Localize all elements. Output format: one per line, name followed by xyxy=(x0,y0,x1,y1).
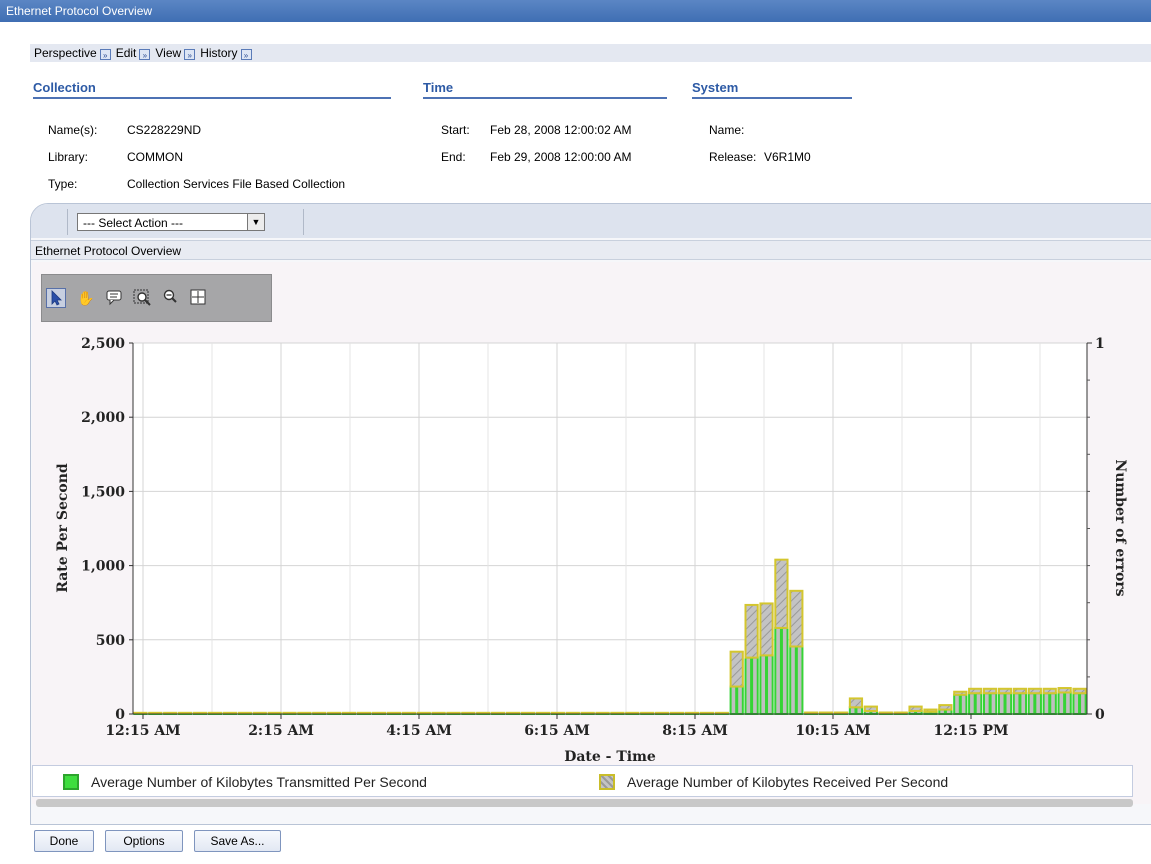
collection-heading: Collection xyxy=(33,80,391,99)
legend-label-transmitted: Average Number of Kilobytes Transmitted … xyxy=(91,774,427,790)
window-title: Ethernet Protocol Overview xyxy=(0,0,1151,22)
menu-edit-arrow-icon[interactable]: » xyxy=(139,49,151,60)
legend-swatch-received xyxy=(599,774,615,790)
menu-view[interactable]: View xyxy=(155,46,181,60)
type-label: Type: xyxy=(48,177,78,191)
menu-perspective[interactable]: Perspective xyxy=(34,46,97,60)
pan-hand-icon[interactable]: ✋ xyxy=(76,288,96,308)
menu-edit[interactable]: Edit xyxy=(116,46,137,60)
dropdown-arrow-icon[interactable]: ▼ xyxy=(247,214,264,230)
save-as-button[interactable]: Save As... xyxy=(194,830,281,852)
names-label: Name(s): xyxy=(48,123,98,137)
horizontal-scrollbar[interactable] xyxy=(36,799,1133,807)
action-bar-separator xyxy=(67,209,68,235)
menu-history[interactable]: History xyxy=(200,46,237,60)
chart-panel: --- Select Action --- ▼ Ethernet Protoco… xyxy=(30,203,1151,825)
menu-history-arrow-icon[interactable]: » xyxy=(240,49,252,60)
menu-bar: Perspective» Edit» View» History» xyxy=(30,44,1151,62)
zoom-box-icon[interactable] xyxy=(132,288,152,308)
library-value: COMMON xyxy=(127,150,183,164)
time-heading: Time xyxy=(423,80,667,99)
crosshair-icon[interactable] xyxy=(188,288,208,308)
annotation-icon[interactable] xyxy=(104,288,124,308)
start-value: Feb 28, 2008 12:00:02 AM xyxy=(490,123,632,137)
menu-view-arrow-icon[interactable]: » xyxy=(184,49,196,60)
options-button[interactable]: Options xyxy=(105,830,183,852)
done-button[interactable]: Done xyxy=(34,830,94,852)
legend-swatch-transmitted xyxy=(63,774,79,790)
type-value: Collection Services File Based Collectio… xyxy=(127,177,346,191)
zoom-out-icon[interactable] xyxy=(160,288,180,308)
library-label: Library: xyxy=(48,150,89,164)
system-name-label: Name: xyxy=(709,123,745,137)
names-value: CS228229ND xyxy=(127,123,202,137)
system-heading: System xyxy=(692,80,852,99)
panel-title: Ethernet Protocol Overview xyxy=(31,240,1151,260)
panel-action-bar: --- Select Action --- ▼ xyxy=(31,204,1151,238)
legend-label-received: Average Number of Kilobytes Received Per… xyxy=(627,774,949,790)
end-label: End: xyxy=(441,150,466,164)
start-label: Start: xyxy=(441,123,470,137)
end-value: Feb 29, 2008 12:00:00 AM xyxy=(490,150,632,164)
chart-legend: Average Number of Kilobytes Transmitted … xyxy=(32,765,1133,797)
chart-background xyxy=(32,262,1151,804)
select-action-value: --- Select Action --- xyxy=(83,216,184,230)
select-action-dropdown[interactable]: --- Select Action --- ▼ xyxy=(77,213,265,231)
chart-toolbar: ✋ xyxy=(41,274,272,322)
release-label: Release: xyxy=(709,150,757,164)
release-value: V6R1M0 xyxy=(764,150,811,164)
menu-perspective-arrow-icon[interactable]: » xyxy=(99,49,111,60)
action-bar-separator xyxy=(303,209,304,235)
select-arrow-icon[interactable] xyxy=(46,288,66,308)
